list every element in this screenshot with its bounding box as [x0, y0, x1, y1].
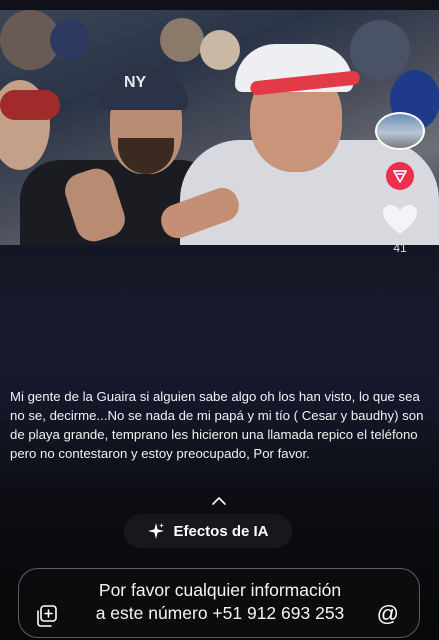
reply-input[interactable]: Por favor cualquier información a este n…	[18, 568, 420, 638]
ai-effects-button[interactable]: Efectos de IA	[124, 514, 292, 548]
linked-post-thumbnail[interactable]	[375, 112, 425, 150]
share-arrow-button[interactable]	[386, 162, 414, 190]
reply-line-2: a este número +51 912 693 253	[95, 603, 345, 623]
reply-line-1: Por favor cualquier información	[98, 580, 342, 600]
chevron-up-icon[interactable]	[210, 496, 228, 506]
reply-text: Por favor cualquier información a este n…	[64, 579, 376, 625]
gallery-add-icon[interactable]	[35, 605, 57, 627]
ny-logo: NY	[124, 74, 147, 91]
heart-icon	[383, 205, 417, 234]
mention-icon[interactable]: @	[377, 601, 399, 627]
like-button[interactable]	[382, 204, 418, 241]
sparkle-icon	[148, 523, 165, 539]
send-arrow-icon	[393, 170, 407, 183]
story-caption: Mi gente de la Guaira si alguien sabe al…	[10, 389, 424, 461]
ai-effects-label: Efectos de IA	[173, 522, 269, 540]
side-action-rail: 41	[373, 112, 427, 255]
like-count: 41	[393, 241, 407, 255]
